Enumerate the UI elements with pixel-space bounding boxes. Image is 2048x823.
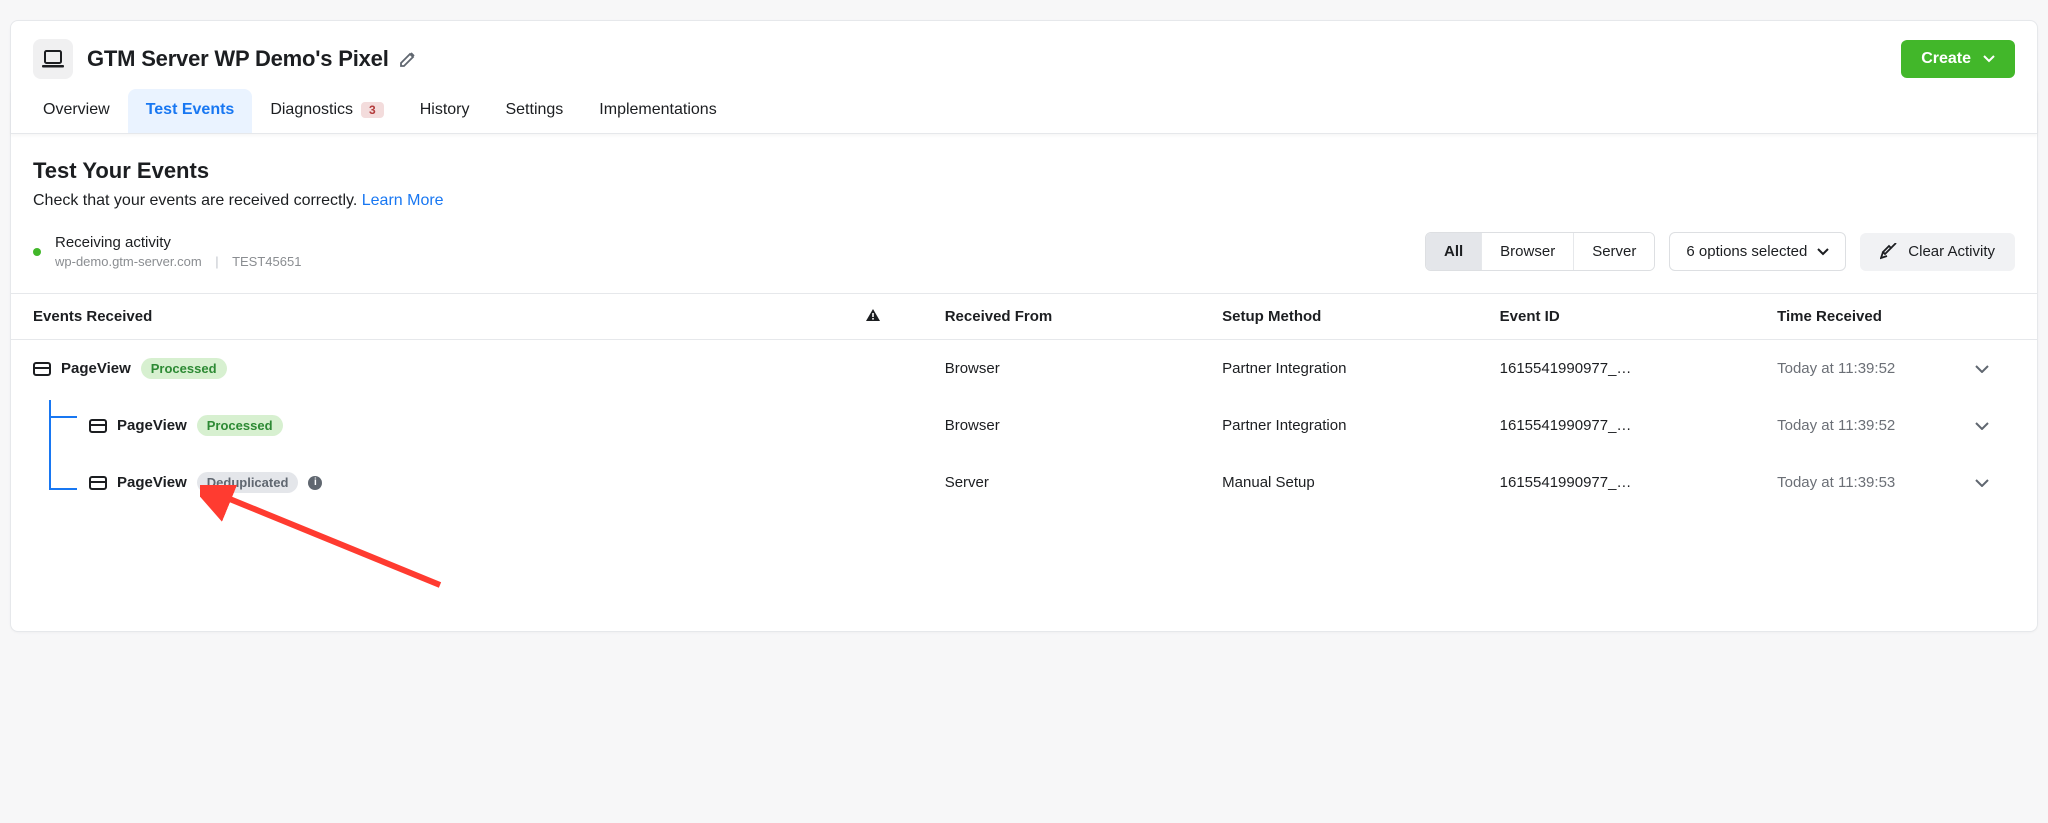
time-received: Today at 11:39:52 [1777,360,1975,377]
warning-icon [865,308,881,322]
browser-window-icon [89,476,107,490]
activity-domain: wp-demo.gtm-server.com [55,254,202,269]
caret-down-icon [1817,248,1829,256]
received-from: Server [945,474,1222,491]
options-filter-label: 6 options selected [1686,243,1807,260]
setup-method: Manual Setup [1222,474,1499,491]
source-filter-group: All Browser Server [1425,232,1655,271]
time-received: Today at 11:39:53 [1777,474,1975,491]
col-event-id: Event ID [1500,308,1777,325]
col-events-received: Events Received [33,308,865,325]
diagnostics-badge: 3 [361,102,384,118]
table-row[interactable]: PageView Processed Browser Partner Integ… [33,340,2015,397]
event-id: 1615541990977_… [1500,360,1777,377]
tree-connector [49,400,51,490]
activity-test-id: TEST45651 [232,254,301,269]
table-header-row: Events Received Received From Setup Meth… [11,293,2037,340]
col-warning [865,308,944,325]
chevron-down-icon [1975,479,1989,487]
event-id: 1615541990977_… [1500,417,1777,434]
pixel-type-icon [33,39,73,79]
tab-overview[interactable]: Overview [25,89,128,133]
options-filter-dropdown[interactable]: 6 options selected [1669,232,1846,271]
event-name: PageView [61,360,131,377]
status-badge: Deduplicated [197,472,299,493]
clear-activity-label: Clear Activity [1908,243,1995,260]
create-button-label: Create [1921,50,1971,68]
activity-status-label: Receiving activity [55,234,301,251]
status-badge: Processed [197,415,283,436]
expand-row-button[interactable] [1975,422,2015,430]
tab-settings[interactable]: Settings [487,89,581,133]
filter-server-button[interactable]: Server [1574,233,1654,270]
time-received: Today at 11:39:52 [1777,417,1975,434]
activity-status-indicator [33,248,41,256]
edit-title-button[interactable] [399,50,417,68]
broom-icon [1880,243,1898,261]
filter-browser-button[interactable]: Browser [1482,233,1574,270]
tabs: Overview Test Events Diagnostics 3 Histo… [11,89,2037,134]
page-title: GTM Server WP Demo's Pixel [87,46,389,72]
tab-test-events[interactable]: Test Events [128,89,253,133]
laptop-icon [42,50,64,68]
tab-implementations[interactable]: Implementations [581,89,734,133]
received-from: Browser [945,360,1222,377]
section-subtitle: Check that your events are received corr… [33,192,357,209]
table-row[interactable]: PageView Deduplicated i Server Manual Se… [33,454,2015,511]
caret-down-icon [1983,55,1995,63]
chevron-down-icon [1975,365,1989,373]
event-id: 1615541990977_… [1500,474,1777,491]
event-name: PageView [117,474,187,491]
setup-method: Partner Integration [1222,417,1499,434]
col-setup-method: Setup Method [1222,308,1499,325]
status-badge: Processed [141,358,227,379]
browser-window-icon [89,419,107,433]
col-time-received: Time Received [1777,308,2015,325]
clear-activity-button[interactable]: Clear Activity [1860,233,2015,271]
pencil-icon [399,50,417,68]
create-button[interactable]: Create [1901,40,2015,78]
tab-diagnostics[interactable]: Diagnostics 3 [252,89,401,133]
expand-row-button[interactable] [1975,365,2015,373]
col-received-from: Received From [945,308,1222,325]
event-name: PageView [117,417,187,434]
setup-method: Partner Integration [1222,360,1499,377]
table-row[interactable]: PageView Processed Browser Partner Integ… [33,397,2015,454]
expand-row-button[interactable] [1975,479,2015,487]
tab-history[interactable]: History [402,89,488,133]
filter-all-button[interactable]: All [1426,233,1482,270]
info-icon[interactable]: i [308,476,322,490]
chevron-down-icon [1975,422,1989,430]
learn-more-link[interactable]: Learn More [362,192,444,209]
received-from: Browser [945,417,1222,434]
browser-window-icon [33,362,51,376]
section-title: Test Your Events [33,158,2015,184]
